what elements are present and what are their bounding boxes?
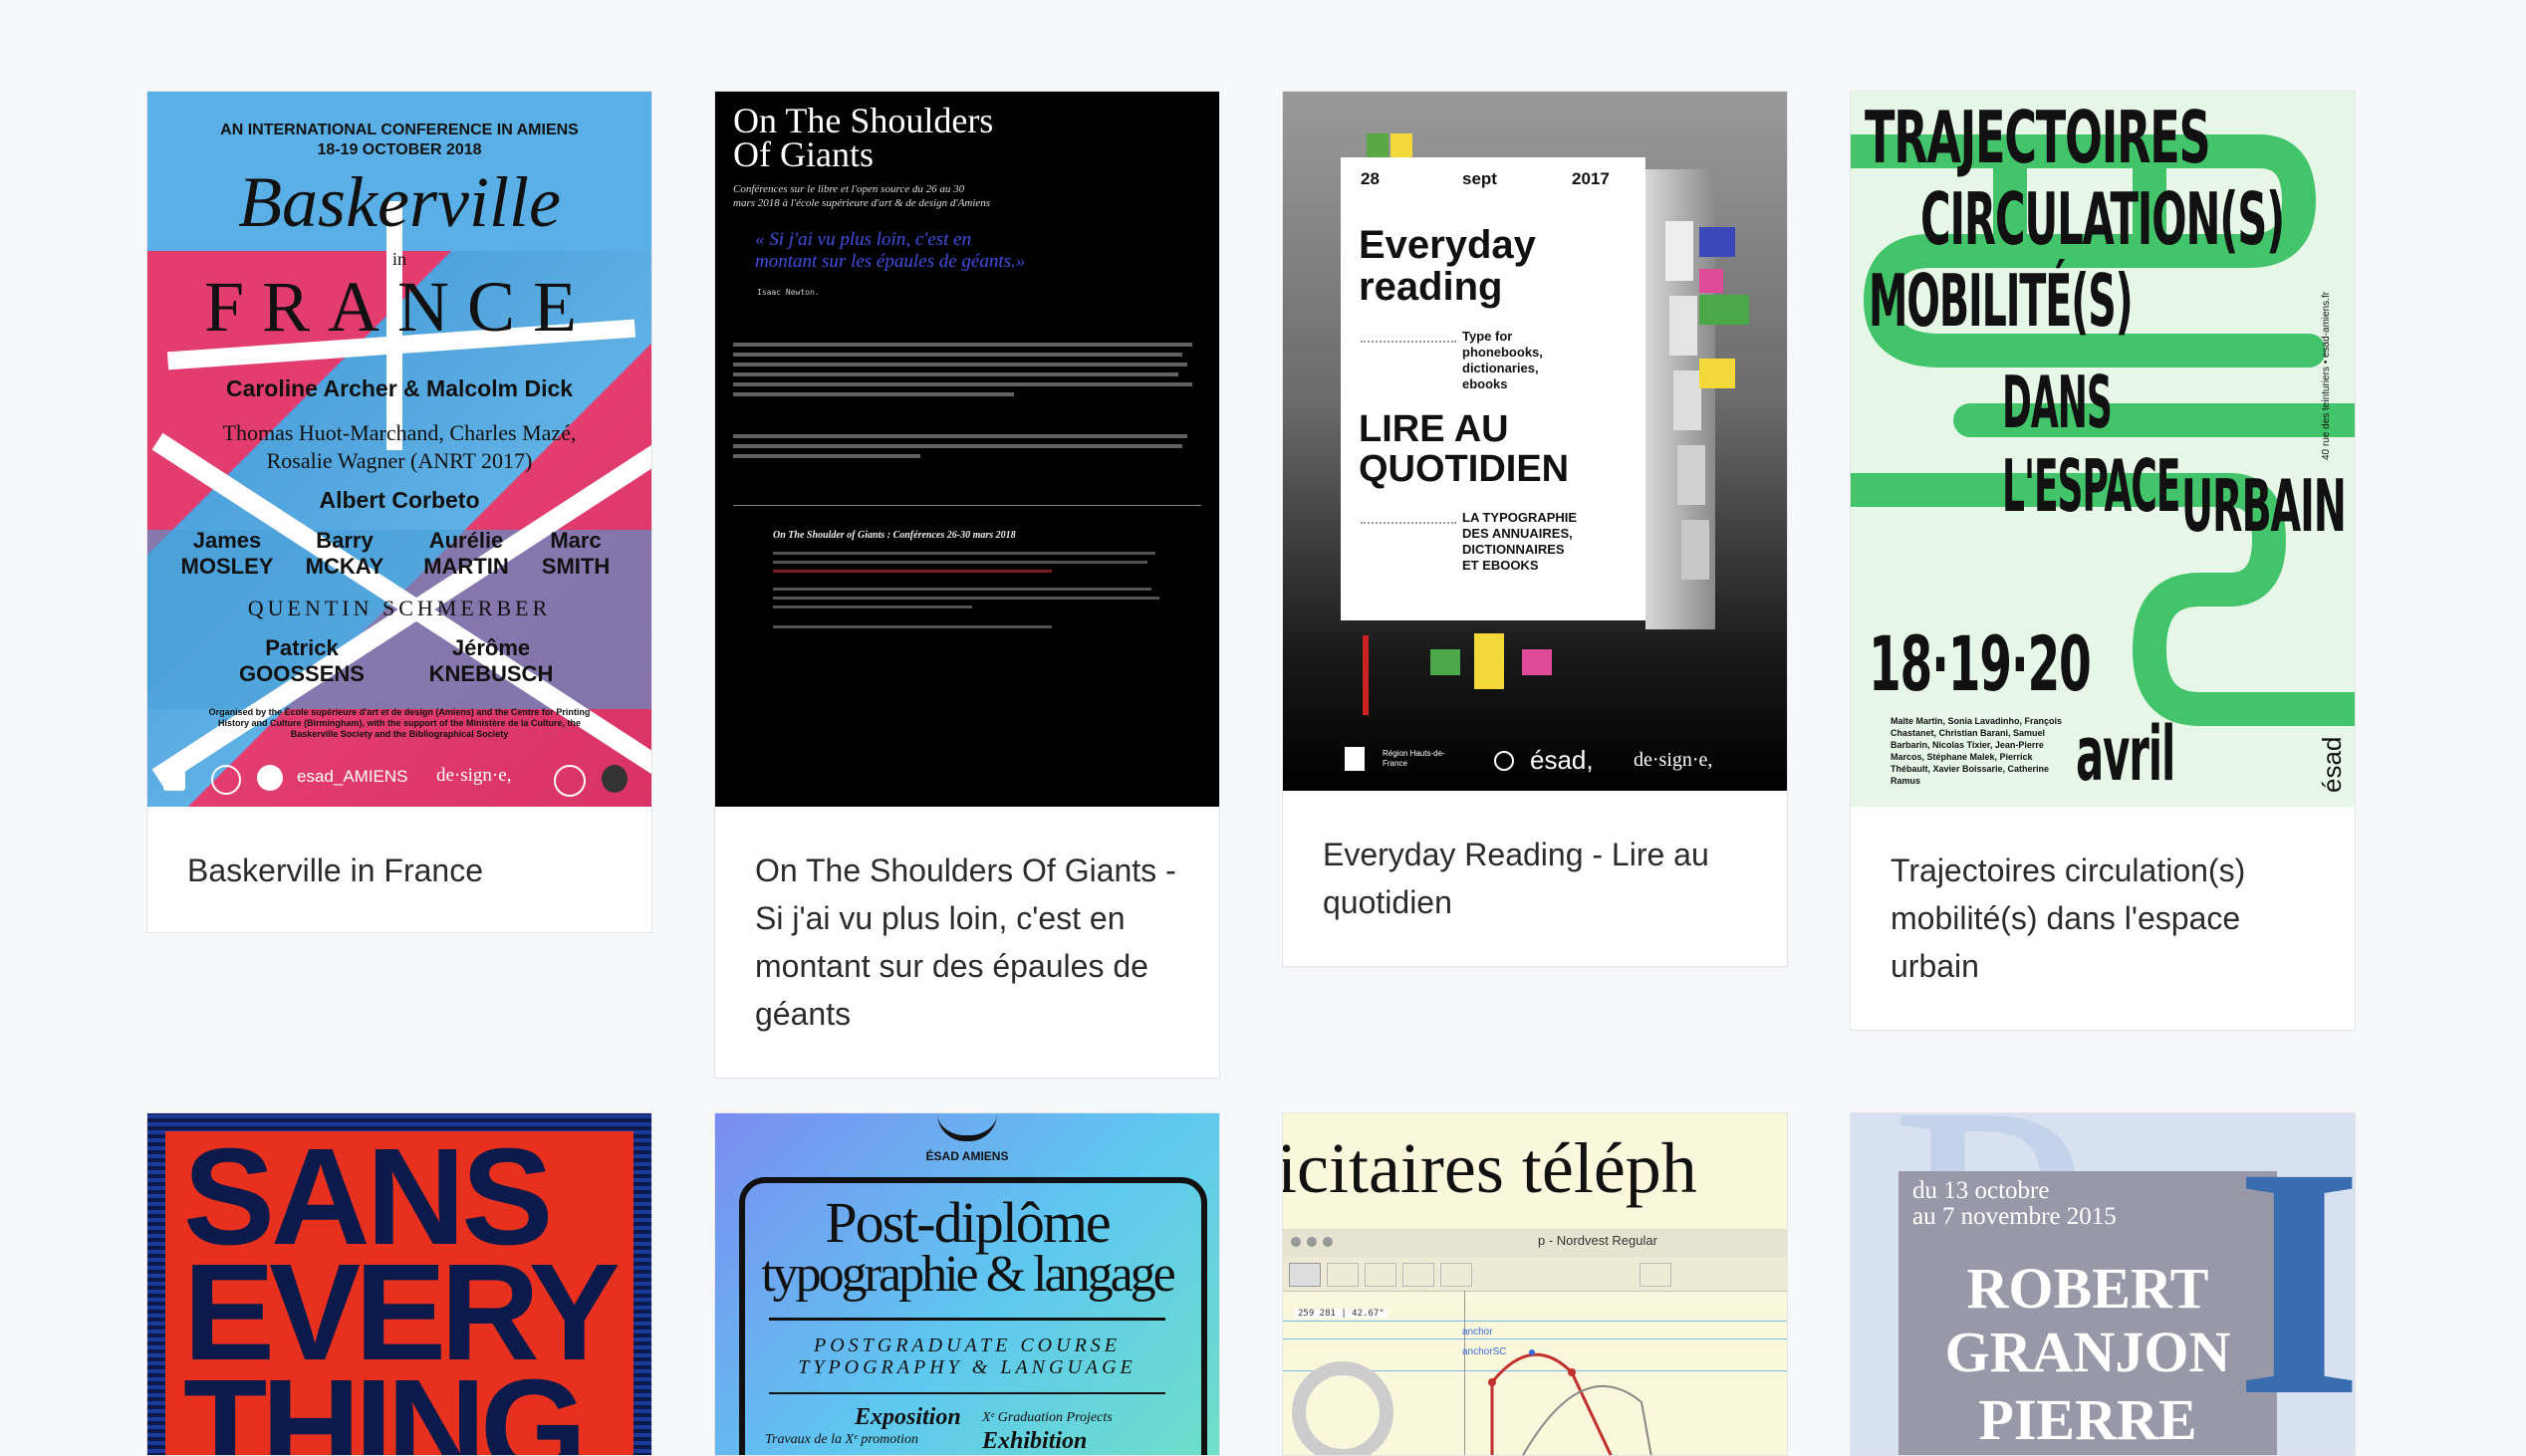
card-title[interactable]: Trajectoires circulation(s) mobilité(s) … [1851, 847, 2355, 990]
card-title[interactable]: Baskerville in France [147, 847, 651, 894]
color-tab [1699, 269, 1723, 293]
poster-shoulders-of-giants[interactable]: On The Shoulders Of Giants Conférences s… [715, 92, 1219, 807]
logo-seal [602, 765, 628, 793]
logo-seal [257, 765, 283, 791]
poster-date: 18-19 OCTOBER 2018 [317, 141, 482, 158]
card-title[interactable]: On The Shoulders Of Giants - Si j'ai vu … [715, 847, 1219, 1038]
project-card-post-diplome[interactable]: ÉSAD AMIENS Post-diplôme typographie & l… [714, 1112, 1220, 1456]
card-title[interactable]: Everyday Reading - Lire au quotidien [1283, 831, 1787, 926]
poster-title: Baskerville [238, 162, 561, 242]
color-tab [1367, 133, 1389, 157]
color-tab [1390, 133, 1412, 157]
color-tab [1522, 649, 1552, 675]
poster-header: AN INTERNATIONAL CONFERENCE IN AMIENS [220, 121, 579, 138]
logo-esad: ésad [2317, 736, 2347, 793]
color-tab [1474, 633, 1504, 689]
project-card-trajectoires[interactable]: TRAJECTOIRES CIRCULATION(S) MOBILITÉ(S) … [1850, 91, 2356, 1031]
logo-seal [554, 765, 586, 797]
glyph-outline [1292, 1349, 1652, 1455]
poster-sans-everything[interactable]: SANS EVERY THING [147, 1113, 651, 1455]
logo-design: de·sign·e, [436, 765, 512, 786]
poster-body-text [733, 337, 1201, 402]
poster-post-diplome[interactable]: ÉSAD AMIENS Post-diplôme typographie & l… [715, 1113, 1219, 1455]
project-card-everyday-reading[interactable]: 28 sept 2017 Everyday reading Type for p… [1282, 91, 1788, 967]
laurel-icon [937, 1113, 997, 1141]
logo-seal [1494, 751, 1514, 771]
color-tab [1699, 359, 1735, 388]
color-tab [1699, 295, 1749, 325]
logo-esad: esad_AMIENS [297, 767, 408, 786]
poster-robert-granjon[interactable]: P I du 13 octobre au 7 novembre 2015 ROB… [1851, 1113, 2355, 1455]
poster-trajectoires[interactable]: TRAJECTOIRES CIRCULATION(S) MOBILITÉ(S) … [1851, 92, 2355, 807]
logo-esad: ésad, [1530, 745, 1594, 775]
poster-everyday-reading[interactable]: 28 sept 2017 Everyday reading Type for p… [1283, 92, 1787, 791]
poster-baskerville[interactable]: AN INTERNATIONAL CONFERENCE IN AMIENS 18… [147, 92, 651, 807]
logo-seal [211, 765, 241, 795]
project-card-font-editor[interactable]: icitaires téléph p - Nordvest Regular 25… [1282, 1112, 1788, 1456]
poster-font-editor[interactable]: icitaires téléph p - Nordvest Regular 25… [1283, 1113, 1787, 1455]
color-tab [1699, 227, 1735, 257]
logo-seal [163, 765, 185, 791]
project-card-robert-granjon[interactable]: P I du 13 octobre au 7 novembre 2015 ROB… [1850, 1112, 2356, 1456]
logo-design: de·sign·e, [1634, 749, 1713, 771]
project-card-sans-everything[interactable]: SANS EVERY THING [146, 1112, 652, 1456]
logo-region: Région Hauts-de-France [1383, 749, 1445, 768]
logo-seal [1345, 747, 1365, 771]
divider [733, 505, 1201, 506]
project-card-shoulders-of-giants[interactable]: On The Shoulders Of Giants Conférences s… [714, 91, 1220, 1079]
color-tab [1430, 649, 1460, 675]
project-card-baskerville[interactable]: AN INTERNATIONAL CONFERENCE IN AMIENS 18… [146, 91, 652, 933]
